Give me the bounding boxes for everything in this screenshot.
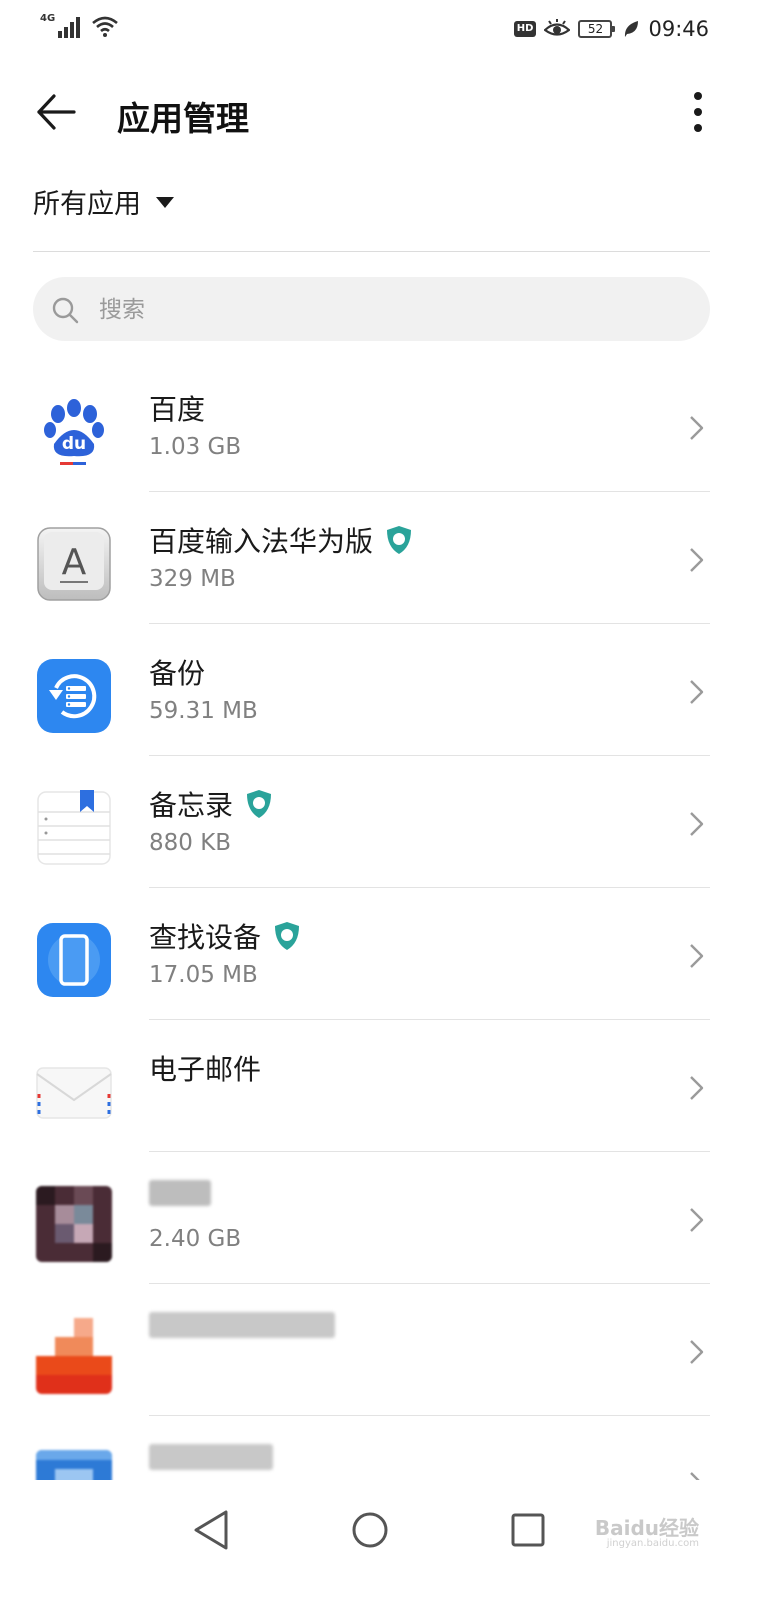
title-bar: 应用管理 <box>0 70 757 160</box>
app-name-row <box>149 1312 347 1338</box>
filter-label: 所有应用 <box>33 189 141 220</box>
app-size: 880 KB <box>149 830 232 856</box>
back-button[interactable] <box>34 88 82 136</box>
blurred-app-icon <box>36 1186 112 1262</box>
eye-comfort-icon <box>544 19 571 36</box>
app-list-item[interactable] <box>0 1284 757 1416</box>
power-saving-leaf-icon <box>625 21 639 37</box>
app-size: 1.03 GB <box>149 434 242 460</box>
blurred-app-name <box>149 1444 273 1470</box>
chevron-right-icon <box>690 1076 704 1100</box>
keyboard-a-icon: A <box>37 527 111 601</box>
blurred-app-name <box>149 1312 335 1338</box>
app-name-row: 查找设备 <box>149 916 301 956</box>
status-time: 09:46 <box>648 17 709 41</box>
app-name: 百度输入法华为版 <box>149 525 374 558</box>
search-input[interactable] <box>97 277 681 343</box>
nav-home-circle-icon[interactable] <box>346 1506 394 1554</box>
chevron-right-icon <box>690 1472 700 1480</box>
app-size: 59.31 MB <box>149 698 258 724</box>
security-shield-icon <box>247 790 272 818</box>
security-shield-icon <box>387 526 412 554</box>
app-name-row: 备份 <box>149 652 205 692</box>
app-list-item[interactable]: 电子邮件 <box>0 1020 757 1152</box>
app-list-item[interactable] <box>0 1416 757 1480</box>
page-title: 应用管理 <box>117 99 249 138</box>
nav-back-triangle-icon[interactable] <box>188 1506 236 1554</box>
network-type-label: 4G <box>40 13 56 24</box>
app-name: 备忘录 <box>149 789 234 822</box>
svg-text:A: A <box>62 542 87 583</box>
app-name-row: 百度 <box>149 388 205 428</box>
email-envelope-icon <box>36 1067 112 1119</box>
app-name-row <box>149 1444 285 1470</box>
app-name-row: 百度输入法华为版 <box>149 520 413 560</box>
blurred-app-name <box>149 1180 211 1206</box>
chevron-right-icon <box>690 548 704 572</box>
app-list-item[interactable]: 备份 59.31 MB <box>0 624 757 756</box>
status-right-group: HD 52 09:46 <box>513 17 709 41</box>
blurred-app-icon <box>36 1450 112 1480</box>
svg-text:du: du <box>62 434 86 454</box>
app-name: 备份 <box>149 657 206 690</box>
watermark-subtext: jingyan.baidu.com <box>606 1538 699 1549</box>
app-name-row <box>149 1180 223 1206</box>
dropdown-triangle-icon <box>156 196 174 208</box>
search-icon <box>52 297 79 324</box>
backup-icon <box>37 659 111 733</box>
app-list-item[interactable]: 查找设备 17.05 MB <box>0 888 757 1020</box>
blurred-app-icon <box>36 1318 112 1394</box>
search-box[interactable] <box>33 277 710 343</box>
chevron-right-icon <box>690 680 704 704</box>
app-list-item[interactable]: A 百度输入法华为版 329 MB <box>0 492 757 624</box>
chevron-right-icon <box>690 416 704 440</box>
battery-level: 52 <box>587 22 604 36</box>
security-shield-icon <box>275 922 300 950</box>
app-size: 2.40 GB <box>149 1226 242 1252</box>
app-name-row: 备忘录 <box>149 784 273 824</box>
app-list-item[interactable]: 备忘录 880 KB <box>0 756 757 888</box>
chevron-right-icon <box>690 944 704 968</box>
header-divider <box>33 251 710 252</box>
more-vert-icon <box>694 92 702 132</box>
chevron-right-icon <box>690 1340 704 1364</box>
find-device-phone-icon <box>37 923 111 997</box>
app-name: 查找设备 <box>149 921 262 954</box>
hd-icon: HD <box>513 21 537 37</box>
app-name: 电子邮件 <box>149 1053 262 1086</box>
app-filter-dropdown[interactable]: 所有应用 <box>33 182 175 221</box>
nav-recents-square-icon[interactable] <box>504 1506 552 1554</box>
notepad-icon <box>37 790 111 865</box>
baidu-paw-icon: du <box>44 399 104 465</box>
app-size: 329 MB <box>149 566 236 592</box>
app-list: du 百度 1.03 GB A 百度输入法华为版 329 MB 备份 59.31… <box>0 360 757 1480</box>
app-list-item[interactable]: 2.40 GB <box>0 1152 757 1284</box>
app-size: 17.05 MB <box>149 962 258 988</box>
wifi-icon <box>92 16 119 37</box>
battery-icon: 52 <box>578 20 616 38</box>
status-left-group: 4G <box>40 13 119 38</box>
app-name: 百度 <box>149 393 206 426</box>
signal-icon <box>58 17 81 38</box>
status-bar: 4G HD 52 09:46 <box>0 0 757 64</box>
navigation-bar: Baidu经验 jingyan.baidu.com <box>0 1480 757 1600</box>
chevron-right-icon <box>690 1208 704 1232</box>
chevron-right-icon <box>690 812 704 836</box>
back-arrow-icon <box>37 94 76 130</box>
app-list-item[interactable]: du 百度 1.03 GB <box>0 360 757 492</box>
app-name-row: 电子邮件 <box>149 1048 261 1088</box>
more-options-button[interactable] <box>676 88 720 136</box>
watermark-text: Baidu经验 <box>594 1516 699 1540</box>
